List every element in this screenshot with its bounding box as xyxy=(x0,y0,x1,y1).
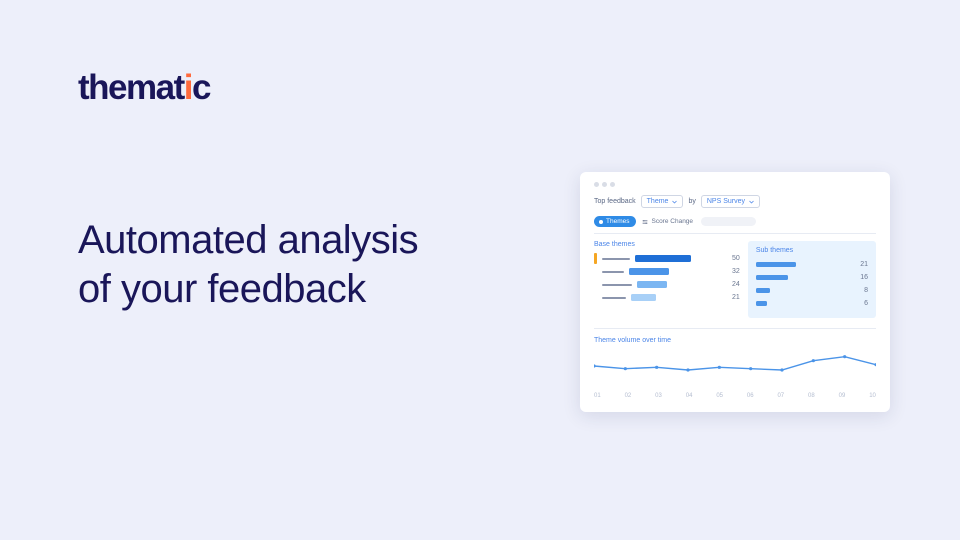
volume-chart-section: Theme volume over time 01020304050607080… xyxy=(594,328,876,398)
theme-value: 32 xyxy=(726,268,740,275)
brand-accent: i xyxy=(184,68,192,107)
theme-label-skeleton xyxy=(602,258,630,260)
sub-theme-row[interactable]: 16 xyxy=(756,273,868,282)
base-themes-title: Base themes xyxy=(594,241,740,248)
window-dot xyxy=(602,182,607,187)
theme-label-skeleton xyxy=(602,284,632,286)
sub-theme-row[interactable]: 21 xyxy=(756,260,868,269)
brand-suffix: c xyxy=(192,68,210,107)
sub-theme-row[interactable]: 6 xyxy=(756,299,868,308)
sub-theme-value: 6 xyxy=(864,300,868,307)
x-tick: 03 xyxy=(655,393,662,399)
theme-panels: Base themes 50 32 24 xyxy=(594,241,876,318)
filter-bar: Top feedback Theme by NPS Survey xyxy=(594,195,876,208)
brand-logo: thematic xyxy=(78,68,210,108)
theme-select-value: Theme xyxy=(647,198,669,205)
source-select[interactable]: NPS Survey xyxy=(701,195,760,208)
x-tick: 01 xyxy=(594,393,601,399)
chevron-down-icon xyxy=(672,200,677,204)
window-controls xyxy=(594,182,876,187)
x-tick: 02 xyxy=(625,393,632,399)
theme-value-bar xyxy=(635,255,691,262)
sub-theme-bar xyxy=(756,301,767,306)
volume-chart: 01 02 03 04 05 06 07 08 09 10 xyxy=(594,350,876,398)
brand-prefix: themat xyxy=(78,68,184,107)
dashboard-preview-card: Top feedback Theme by NPS Survey Themes … xyxy=(580,172,890,412)
sub-theme-bar xyxy=(756,275,788,280)
base-theme-row[interactable]: 21 xyxy=(594,293,740,302)
sub-themes-title: Sub themes xyxy=(756,247,868,254)
x-tick: 05 xyxy=(716,393,723,399)
sliders-icon xyxy=(642,219,648,225)
x-tick: 10 xyxy=(869,393,876,399)
volume-line-chart xyxy=(594,350,876,390)
window-dot xyxy=(594,182,599,187)
tab-placeholder xyxy=(701,217,756,226)
x-tick: 04 xyxy=(686,393,693,399)
sub-theme-value: 8 xyxy=(864,287,868,294)
tab-score-change-label: Score Change xyxy=(651,218,693,225)
base-theme-row[interactable]: 24 xyxy=(594,280,740,289)
sub-themes-panel: Sub themes 21 16 8 6 xyxy=(748,241,876,318)
theme-value: 24 xyxy=(726,281,740,288)
sub-theme-value: 21 xyxy=(860,261,868,268)
window-dot xyxy=(610,182,615,187)
hero-line2: of your feedback xyxy=(78,265,418,314)
theme-value: 21 xyxy=(726,294,740,301)
theme-label-skeleton xyxy=(602,297,626,299)
source-select-value: NPS Survey xyxy=(707,198,745,205)
tab-themes-label: Themes xyxy=(606,218,629,225)
tab-score-change[interactable]: Score Change xyxy=(642,218,693,225)
volume-x-axis: 01 02 03 04 05 06 07 08 09 10 xyxy=(594,393,876,399)
theme-value-bar xyxy=(629,268,669,275)
base-theme-row[interactable]: 32 xyxy=(594,267,740,276)
filter-label: Top feedback xyxy=(594,198,636,205)
filter-by-label: by xyxy=(688,198,695,205)
sub-theme-bar xyxy=(756,262,796,267)
sub-theme-bar xyxy=(756,288,770,293)
theme-marker xyxy=(594,253,597,264)
tab-themes[interactable]: Themes xyxy=(594,216,636,227)
x-tick: 09 xyxy=(839,393,846,399)
chevron-down-icon xyxy=(749,200,754,204)
x-tick: 08 xyxy=(808,393,815,399)
hero-headline: Automated analysis of your feedback xyxy=(78,216,418,314)
tab-active-dot-icon xyxy=(599,220,603,224)
theme-select[interactable]: Theme xyxy=(641,195,684,208)
theme-value: 50 xyxy=(726,255,740,262)
sub-theme-value: 16 xyxy=(860,274,868,281)
x-tick: 07 xyxy=(777,393,784,399)
hero-line1: Automated analysis xyxy=(78,216,418,265)
theme-label-skeleton xyxy=(602,271,624,273)
tab-row: Themes Score Change xyxy=(594,216,876,234)
x-tick: 06 xyxy=(747,393,754,399)
volume-chart-title: Theme volume over time xyxy=(594,337,876,344)
base-themes-panel: Base themes 50 32 24 xyxy=(594,241,740,318)
sub-theme-row[interactable]: 8 xyxy=(756,286,868,295)
theme-value-bar xyxy=(631,294,656,301)
base-theme-row[interactable]: 50 xyxy=(594,254,740,263)
theme-value-bar xyxy=(637,281,667,288)
